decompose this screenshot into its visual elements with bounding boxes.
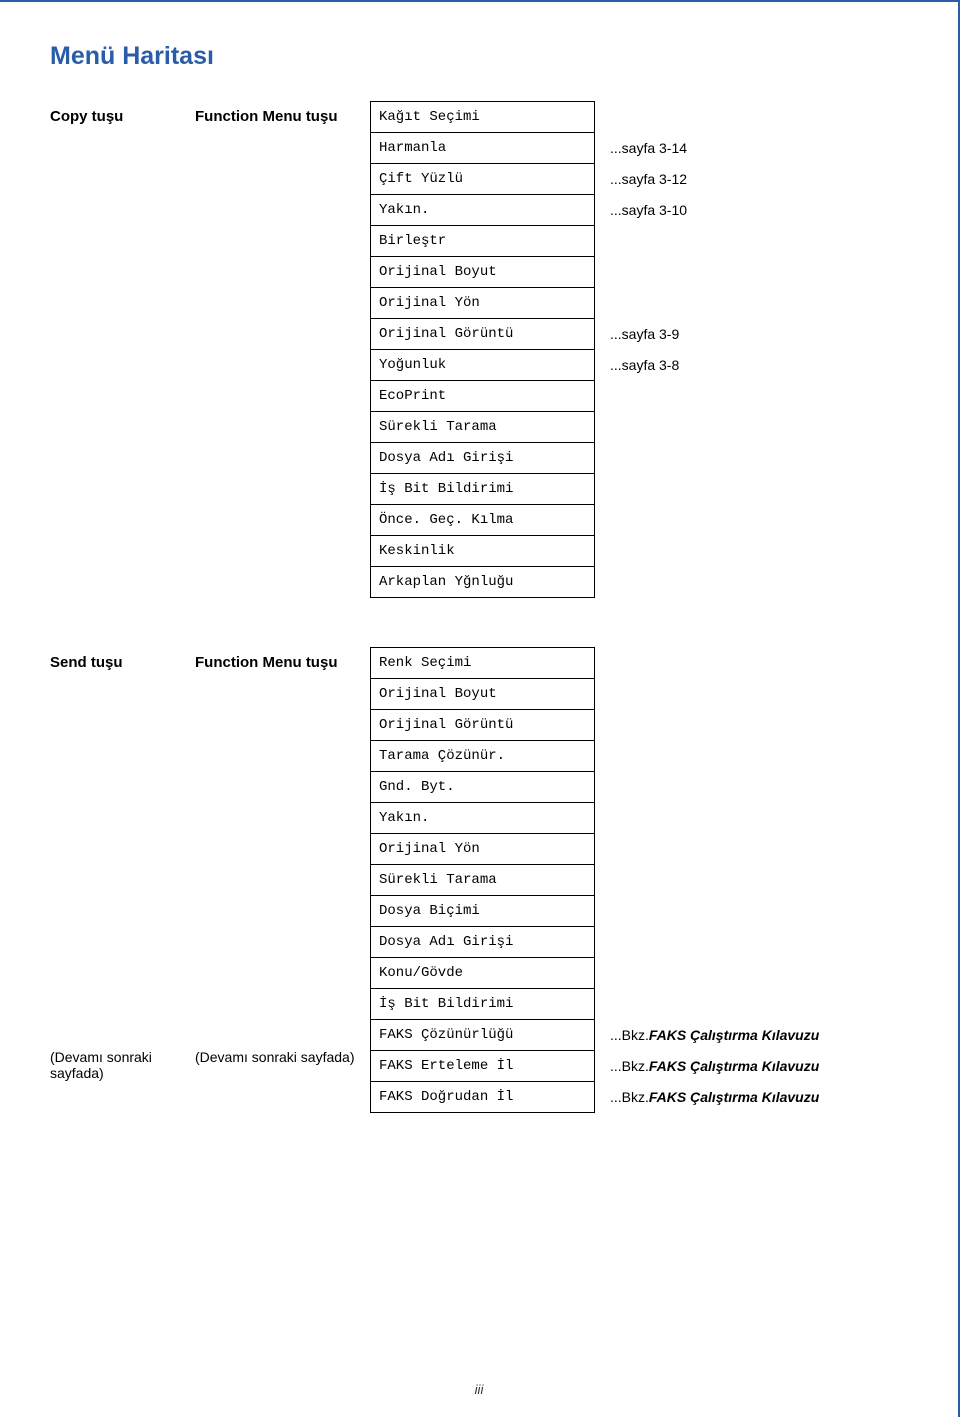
menu-item: FAKS Çözünürlüğü [370,1019,595,1051]
menu-item: Orijinal Görüntü [370,318,595,350]
fn-col-send: Function Menu tuşu [195,647,370,671]
menu-item: Renk Seçimi [370,647,595,679]
menu-item: Sürekli Tarama [370,864,595,896]
menu-item: EcoPrint [370,380,595,412]
menu-item: Harmanla [370,132,595,164]
page-ref [610,647,819,679]
page-ref [610,740,819,772]
page-ref [610,833,819,865]
menu-item: Orijinal Görüntü [370,709,595,741]
menu-item: Yoğunluk [370,349,595,381]
menu-item: Konu/Gövde [370,957,595,989]
key-continuation-note: (Devamı sonraki sayfada) [50,1042,195,1081]
page-ref [610,895,819,927]
menu-item: FAKS Doğrudan İl [370,1081,595,1113]
fn-continuation-note: (Devamı sonraki sayfada) [195,1042,370,1065]
fn-label-send: Function Menu tuşu [195,654,370,671]
page-ref: ...Bkz. FAKS Çalıştırma Kılavuzu [610,1019,819,1051]
menu-item: Çift Yüzlü [370,163,595,195]
fn-label-copy: Function Menu tuşu [195,101,370,125]
page-ref [610,864,819,896]
page-ref [610,566,687,598]
menu-item: Dosya Adı Girişi [370,442,595,474]
page-ref [610,535,687,567]
page-ref [610,101,687,133]
key-col-send: Send tuşu [50,647,195,671]
page-ref [610,504,687,536]
menu-item: Dosya Adı Girişi [370,926,595,958]
page-ref: ...Bkz. FAKS Çalıştırma Kılavuzu [610,1050,819,1082]
menu-item: Orijinal Yön [370,833,595,865]
menu-item: Önce. Geç. Kılma [370,504,595,536]
menu-item: Orijinal Boyut [370,256,595,288]
page-number: iii [475,1382,484,1397]
page-ref [610,709,819,741]
menu-item: Sürekli Tarama [370,411,595,443]
refs-col-send: ...Bkz. FAKS Çalıştırma Kılavuzu...Bkz. … [595,647,819,1112]
menu-item: Orijinal Yön [370,287,595,319]
menu-item: Dosya Biçimi [370,895,595,927]
page-ref [610,957,819,989]
menu-item: İş Bit Bildirimi [370,473,595,505]
menu-item: Birleştr [370,225,595,257]
page-ref [610,988,819,1020]
menu-map-section-copy: Copy tuşu Function Menu tuşu Kağıt Seçim… [50,101,908,597]
page-ref [610,771,819,803]
page-ref [610,225,687,257]
page-ref: ...sayfa 3-8 [610,349,687,381]
menu-item: Arkaplan Yğnluğu [370,566,595,598]
page-ref [610,926,819,958]
menu-item: İş Bit Bildirimi [370,988,595,1020]
refs-col-copy: ...sayfa 3-14...sayfa 3-12...sayfa 3-10.… [595,101,687,597]
page-ref [610,411,687,443]
page-ref: ...sayfa 3-14 [610,132,687,164]
items-col-copy: Kağıt SeçimiHarmanlaÇift YüzlüYakın.Birl… [370,101,595,597]
page-ref: ...sayfa 3-10 [610,194,687,226]
menu-item: Yakın. [370,194,595,226]
page-ref [610,256,687,288]
menu-item: Yakın. [370,802,595,834]
menu-item: Keskinlik [370,535,595,567]
page-ref [610,678,819,710]
page-ref [610,287,687,319]
menu-item: Orijinal Boyut [370,678,595,710]
items-col-send: Renk SeçimiOrijinal BoyutOrijinal Görünt… [370,647,595,1112]
page-ref: ...Bkz. FAKS Çalıştırma Kılavuzu [610,1081,819,1113]
menu-item: Tarama Çözünür. [370,740,595,772]
page-ref: ...sayfa 3-12 [610,163,687,195]
page-ref [610,802,819,834]
page-ref [610,380,687,412]
page-title: Menü Haritası [50,42,908,71]
menu-item: Kağıt Seçimi [370,101,595,133]
page-ref [610,473,687,505]
key-label-send: Send tuşu [50,654,195,671]
page-ref: ...sayfa 3-9 [610,318,687,350]
menu-item: Gnd. Byt. [370,771,595,803]
key-label-copy: Copy tuşu [50,101,195,125]
menu-item: FAKS Erteleme İl [370,1050,595,1082]
page-ref [610,442,687,474]
